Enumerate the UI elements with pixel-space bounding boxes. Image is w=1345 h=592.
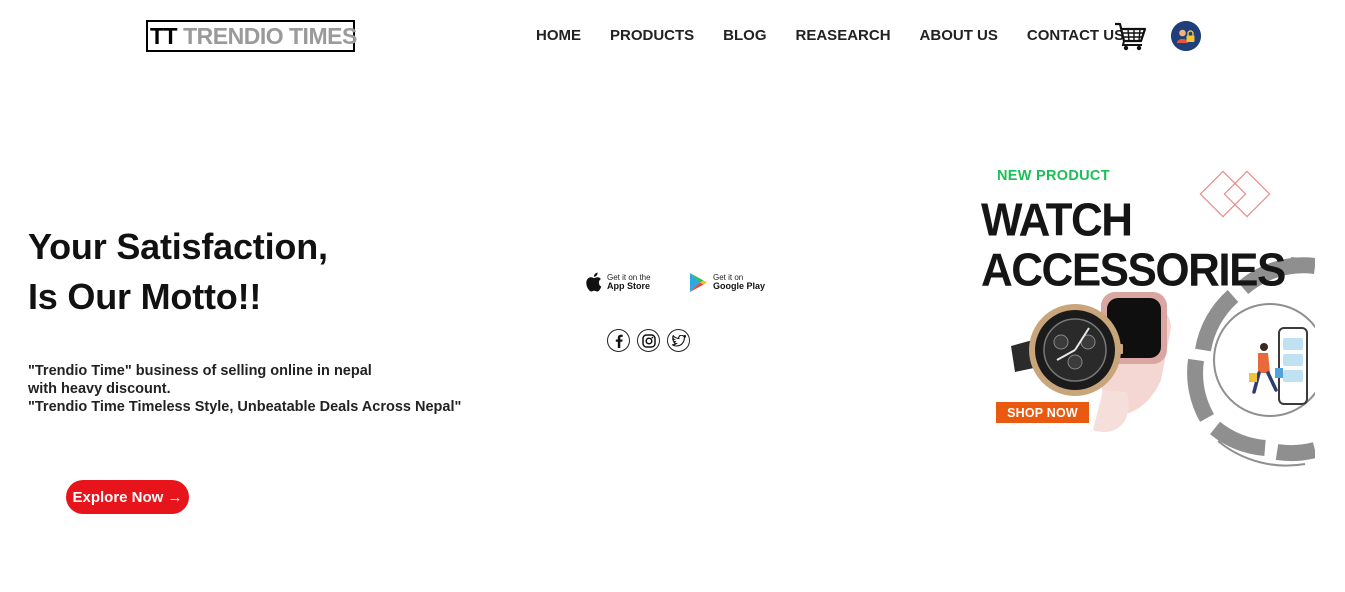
app-store-badge[interactable]: Get it on the App Store	[585, 268, 651, 296]
shopping-cart-icon[interactable]	[1114, 21, 1147, 51]
user-avatar-icon[interactable]	[1171, 21, 1201, 51]
explore-now-button[interactable]: Explore Now →	[66, 480, 189, 514]
nav-products[interactable]: PRODUCTS	[610, 27, 694, 44]
nav-research[interactable]: REASEARCH	[796, 27, 891, 44]
description-line-1: "Trendio Time" business of selling onlin…	[28, 363, 372, 379]
hero-headline: Your Satisfaction, Is Our Motto!!	[28, 222, 328, 322]
brand-name: TRENDIO TIMES	[183, 22, 357, 49]
promo-title-line-2: ACCESSORIES	[981, 244, 1286, 297]
twitter-icon[interactable]	[667, 329, 690, 352]
social-links	[607, 329, 697, 352]
nav-contact-us[interactable]: CONTACT US	[1027, 27, 1124, 44]
instagram-icon[interactable]	[637, 329, 660, 352]
promo-tag: NEW PRODUCT	[997, 168, 1110, 184]
description-line-3: "Trendio Time Timeless Style, Unbeatable…	[28, 399, 462, 415]
description-line-2: with heavy discount.	[28, 381, 171, 397]
nav-blog[interactable]: BLOG	[723, 27, 766, 44]
apple-icon	[586, 272, 602, 292]
headline-line-1: Your Satisfaction,	[28, 226, 328, 267]
headline-line-2: Is Our Motto!!	[28, 276, 262, 317]
google-play-icon	[690, 272, 707, 292]
shop-now-button[interactable]: SHOP NOW	[996, 402, 1089, 423]
brand-mark: TT	[150, 22, 178, 49]
promo-banner[interactable]: NEW PRODUCT WATCH ACCESSORIES SHOP NOW	[975, 160, 1315, 470]
facebook-icon[interactable]	[607, 329, 630, 352]
nav-home[interactable]: HOME	[536, 27, 581, 44]
brand-logo[interactable]: TT TRENDIO TIMES	[146, 20, 357, 52]
app-store-big-text: App Store	[607, 281, 651, 291]
hero-description: "Trendio Time" business of selling onlin…	[28, 362, 461, 416]
google-play-big-text: Google Play	[713, 281, 766, 291]
main-nav: HOME PRODUCTS BLOG REASEARCH ABOUT US CO…	[536, 27, 1124, 44]
google-play-badge[interactable]: Get it on Google Play	[689, 268, 765, 296]
promo-title-line-1: WATCH	[981, 194, 1133, 247]
nav-about-us[interactable]: ABOUT US	[920, 27, 998, 44]
